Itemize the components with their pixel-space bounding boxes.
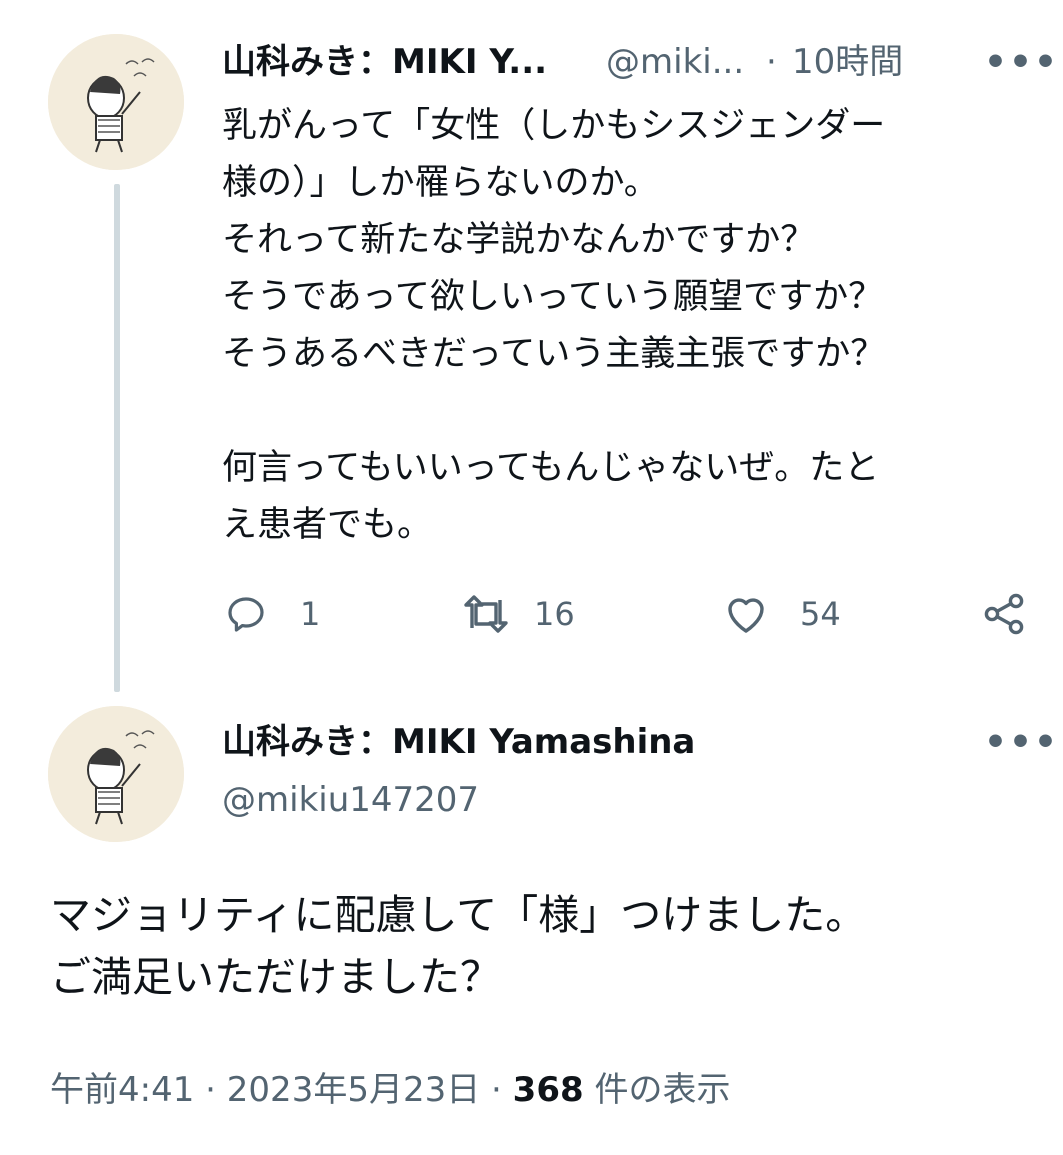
avatar-drawing [48, 34, 184, 170]
retweet-button[interactable]: 16 [460, 590, 575, 638]
meta-separator: · [205, 1070, 216, 1110]
avatar[interactable] [48, 706, 184, 842]
tweet-meta: 午前4:41 · 2023年5月23日 · 368 件の表示 [50, 1062, 730, 1111]
tweet-text: 乳がんって「女性（しかもシスジェンダー 様の）」しか罹らないのか。 それって新た… [222, 106, 886, 545]
retweet-icon [464, 595, 508, 633]
display-name[interactable]: 山科みき：MIKI Y... [222, 40, 547, 84]
avatar[interactable] [48, 34, 184, 170]
reply-icon [228, 597, 264, 632]
share-icon [984, 593, 1024, 635]
reply-count: 1 [300, 595, 321, 633]
avatar-drawing [48, 706, 184, 842]
handle[interactable]: @miki... [606, 40, 744, 84]
display-name[interactable]: 山科みき：MIKI Yamashina [222, 720, 695, 764]
more-icon[interactable]: ••• [984, 725, 1059, 761]
like-count: 54 [800, 595, 841, 633]
like-button[interactable]: 54 [722, 590, 841, 638]
timestamp[interactable]: 10時間 [792, 40, 903, 84]
tweet-date[interactable]: 2023年5月23日 [227, 1070, 480, 1110]
handle[interactable]: @mikiu147207 [222, 778, 479, 822]
time-separator: · [766, 42, 777, 82]
share-button[interactable] [980, 590, 1028, 638]
retweet-count: 16 [534, 595, 575, 633]
view-label: 件の表示 [594, 1070, 731, 1110]
tweet-text: マジョリティに配慮して「様」つけました。 ご満足いただけました？ [50, 891, 867, 1001]
view-count: 368 [512, 1070, 584, 1110]
thread-line [114, 184, 120, 692]
like-icon [728, 598, 764, 633]
more-icon[interactable]: ••• [984, 45, 1059, 81]
meta-separator: · [491, 1070, 502, 1110]
tweet-time[interactable]: 午前4:41 [50, 1070, 194, 1110]
reply-button[interactable]: 1 [222, 590, 320, 638]
